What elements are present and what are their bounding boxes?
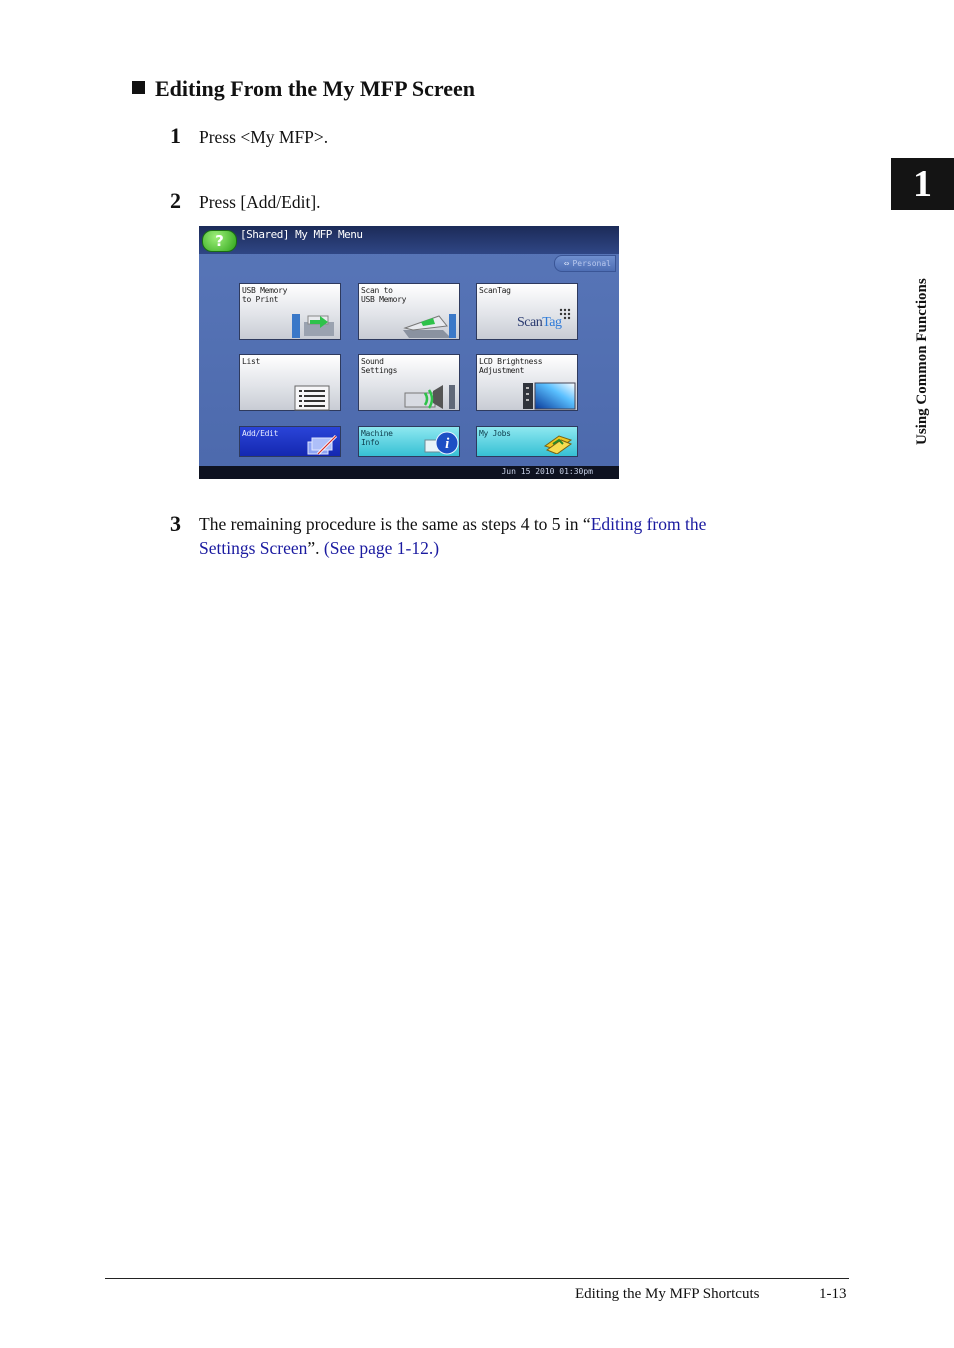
tile-add-edit[interactable]: Add/Edit xyxy=(239,426,341,457)
screen-title-bar: ? [Shared] My MFP Menu xyxy=(199,226,619,254)
switch-arrow-icon: ⇔ xyxy=(564,258,570,269)
settings-screen-link-part1[interactable]: Editing from the xyxy=(591,514,707,534)
scanner-icon xyxy=(403,314,456,338)
scantag-logo: ScanTag xyxy=(517,315,562,330)
help-button[interactable]: ? xyxy=(202,230,237,252)
footer-page-number: 1-13 xyxy=(819,1286,847,1302)
info-icon: i xyxy=(424,431,459,455)
step-3-text: The remaining procedure is the same as s… xyxy=(199,512,819,560)
tile-machine-info[interactable]: Machine Info i xyxy=(358,426,460,457)
scantag-dots-icon xyxy=(559,308,571,320)
speaker-icon xyxy=(404,385,455,409)
step-2-text: Press [Add/Edit]. xyxy=(199,192,321,212)
step-1-number: 1 xyxy=(170,123,181,148)
jobs-icon xyxy=(543,435,573,454)
usb-print-icon xyxy=(292,314,334,338)
chapter-number: 1 xyxy=(913,163,932,205)
list-icon xyxy=(294,385,330,411)
tile-label: List xyxy=(242,357,261,366)
tile-label: LCD Brightness Adjustment xyxy=(479,357,543,375)
tile-lcd-brightness-adjustment[interactable]: LCD Brightness Adjustment xyxy=(476,354,578,411)
lcd-brightness-icon xyxy=(523,382,576,410)
screen-title: [Shared] My MFP Menu xyxy=(240,228,363,241)
step-2-number: 2 xyxy=(170,188,181,213)
see-page-link[interactable]: (See page 1-12.) xyxy=(324,538,439,558)
tile-usb-memory-to-print[interactable]: USB Memory to Print xyxy=(239,283,341,340)
tile-label: Scan to USB Memory xyxy=(361,286,407,304)
step-3-text-mid: ”. xyxy=(307,538,324,558)
section-title: Editing From the My MFP Screen xyxy=(155,76,475,101)
step-3-text-before: The remaining procedure is the same as s… xyxy=(199,514,591,534)
personal-label: Personal xyxy=(572,259,611,268)
status-timestamp: Jun 15 2010 01:30pm xyxy=(501,467,593,476)
tile-scantag[interactable]: ScanTag ScanTag xyxy=(476,283,578,340)
footer-divider xyxy=(105,1278,849,1279)
footer-title: Editing the My MFP Shortcuts xyxy=(575,1286,760,1302)
square-bullet-icon xyxy=(132,81,145,94)
step-3-number: 3 xyxy=(170,511,181,536)
step-1-text: Press <My MFP>. xyxy=(199,127,329,147)
settings-screen-link-part2[interactable]: Settings Screen xyxy=(199,538,307,558)
chapter-tab: 1 xyxy=(891,158,954,210)
status-bar: Jun 15 2010 01:30pm xyxy=(199,466,619,479)
scantag-logo-scan: Scan xyxy=(517,315,543,330)
tile-my-jobs[interactable]: My Jobs xyxy=(476,426,578,457)
help-label: ? xyxy=(215,232,224,250)
tile-sound-settings[interactable]: Sound Settings xyxy=(358,354,460,411)
personal-button[interactable]: ⇔ Personal xyxy=(554,255,616,272)
tile-label: Sound Settings xyxy=(361,357,398,375)
tile-label: USB Memory to Print xyxy=(242,286,288,304)
chapter-side-label: Using Common Functions xyxy=(914,278,930,445)
tile-scan-to-usb-memory[interactable]: Scan to USB Memory xyxy=(358,283,460,340)
tile-list[interactable]: List xyxy=(239,354,341,411)
tile-label: ScanTag xyxy=(479,286,511,295)
edit-pencil-icon xyxy=(307,434,338,456)
device-screen: ? [Shared] My MFP Menu ⇔ Personal USB Mem… xyxy=(199,226,619,479)
section-heading: Editing From the My MFP Screen xyxy=(132,76,475,102)
